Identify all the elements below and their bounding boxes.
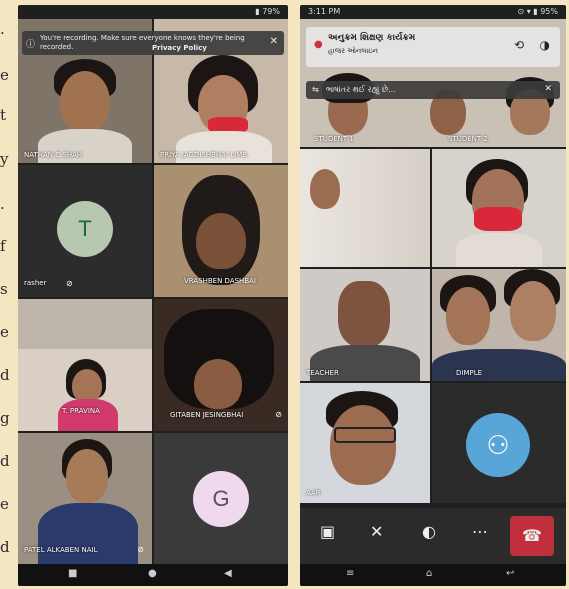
participant-tile[interactable] xyxy=(300,149,430,267)
participant-tile[interactable] xyxy=(432,149,566,267)
close-icon[interactable]: ✕ xyxy=(544,84,552,94)
self-view-tile[interactable]: ⚇ xyxy=(432,383,566,503)
margin-char: d xyxy=(0,538,10,556)
home-button[interactable]: ● xyxy=(148,568,157,579)
recents-button[interactable]: ■ xyxy=(68,568,77,579)
margin-char: s xyxy=(0,280,8,298)
caption-text: ભાષાંતર થઈ રહ્યું છે... xyxy=(326,85,396,94)
phone-left-meet-grid: ▮ 79% NATHAN C SHAH PRIYA JAGDISHBHAI LI… xyxy=(18,5,288,586)
participant-tile[interactable]: T. PRAVINA xyxy=(18,299,152,431)
participant-tile[interactable]: AAR xyxy=(300,383,430,503)
mic-off-button[interactable]: ✕ xyxy=(370,522,383,541)
participant-tile[interactable]: PATEL ALKABEN NAIL ⊘ xyxy=(18,433,152,564)
camera-off-button[interactable]: ▣ xyxy=(320,522,335,541)
phone-right-meet-grid: 3:11 PM ⊙ ▾ ▮ 95% STUDENT 1 STUDENT 2 ● … xyxy=(300,5,566,586)
battery-status: ▮ 79% xyxy=(255,7,280,16)
margin-char: t xyxy=(0,106,7,124)
margin-char: e xyxy=(0,323,9,341)
participant-tile[interactable]: GITABEN JESINGBHAI ⊘ xyxy=(154,299,288,431)
participant-tile[interactable]: TEACHER xyxy=(300,269,430,381)
participant-name: STUDENT 1 xyxy=(314,135,354,143)
mic-muted-icon: ⊘ xyxy=(137,545,144,554)
participant-tile[interactable]: G xyxy=(154,433,288,564)
speaker-icon[interactable]: ◑ xyxy=(540,38,550,52)
mic-muted-icon: ⊘ xyxy=(66,279,73,288)
system-nav-bar: ≡ ⌂ ↩ xyxy=(300,564,566,586)
avatar: T xyxy=(57,201,113,257)
audio-button[interactable]: ◐ xyxy=(422,522,436,541)
caption-icon: ⇆ xyxy=(312,85,319,94)
margin-char: d xyxy=(0,366,10,384)
status-time: 3:11 PM xyxy=(308,7,341,16)
participant-name: STUDENT 2 xyxy=(448,135,488,143)
mic-muted-icon: ⊘ xyxy=(275,410,282,419)
meeting-title: અનુક્રમ શિક્ષણ કાર્યક્રમ xyxy=(328,33,416,43)
participant-name: GITABEN JESINGBHAI xyxy=(170,411,244,419)
recording-dot-icon: ● xyxy=(314,39,323,50)
caption-banner: ⇆ ભાષાંતર થઈ રહ્યું છે... ✕ xyxy=(306,81,560,99)
participant-name: NATHAN C SHAH xyxy=(24,151,83,159)
info-icon: ⓘ xyxy=(26,40,36,50)
margin-char: . xyxy=(0,20,5,38)
participant-name: DIMPLE xyxy=(456,369,483,377)
participant-name: rasher xyxy=(24,279,47,287)
person-icon: ⚇ xyxy=(466,413,530,477)
system-nav-bar: ■ ● ◀ xyxy=(18,564,288,586)
margin-char: . xyxy=(0,195,5,213)
page-margin-text: . e t y . f s e d g d e d xyxy=(0,0,14,589)
margin-char: e xyxy=(0,66,9,84)
margin-char: e xyxy=(0,495,9,513)
status-bar: 3:11 PM ⊙ ▾ ▮ 95% xyxy=(300,5,566,19)
home-button[interactable]: ⌂ xyxy=(426,568,432,579)
avatar: G xyxy=(193,471,249,527)
back-button[interactable]: ◀ xyxy=(224,568,232,579)
participant-tile[interactable]: VRASHBEN DASHBAI xyxy=(154,165,288,297)
participant-name: PRIYA JAGDISHBHAI LIMB. xyxy=(160,151,250,159)
margin-char: f xyxy=(0,237,6,255)
participant-tile[interactable]: DIMPLE xyxy=(432,269,566,381)
margin-char: y xyxy=(0,150,9,168)
margin-char: d xyxy=(0,452,10,470)
participant-name: TEACHER xyxy=(306,369,339,377)
call-controls: ▣ ✕ ◐ ⋯ ☎ xyxy=(300,508,566,564)
meeting-header: ● અનુક્રમ શિક્ષણ કાર્યક્રમ હાજર ઓનલાઇન ⟲… xyxy=(306,27,560,67)
close-icon[interactable]: ✕ xyxy=(270,36,278,47)
end-call-button[interactable]: ☎ xyxy=(510,516,554,556)
participant-name: AAR xyxy=(306,489,321,497)
back-button[interactable]: ↩ xyxy=(506,568,514,579)
recording-banner: ⓘ You're recording. Make sure everyone k… xyxy=(22,31,284,55)
status-icons: ⊙ ▾ ▮ 95% xyxy=(517,7,558,16)
margin-char: g xyxy=(0,409,10,427)
participant-tile[interactable]: T rasher ⊘ xyxy=(18,165,152,297)
meeting-subtitle: હાજર ઓનલાઇન xyxy=(328,47,378,55)
participant-name: PATEL ALKABEN NAIL xyxy=(24,546,98,554)
status-bar: ▮ 79% xyxy=(18,5,288,19)
more-options-button[interactable]: ⋯ xyxy=(472,522,488,541)
menu-button[interactable]: ≡ xyxy=(346,568,354,579)
participant-name: VRASHBEN DASHBAI xyxy=(184,277,256,285)
camera-switch-icon[interactable]: ⟲ xyxy=(514,38,524,52)
participant-name: T. PRAVINA xyxy=(62,407,100,415)
privacy-policy-link[interactable]: Privacy Policy xyxy=(152,44,207,52)
